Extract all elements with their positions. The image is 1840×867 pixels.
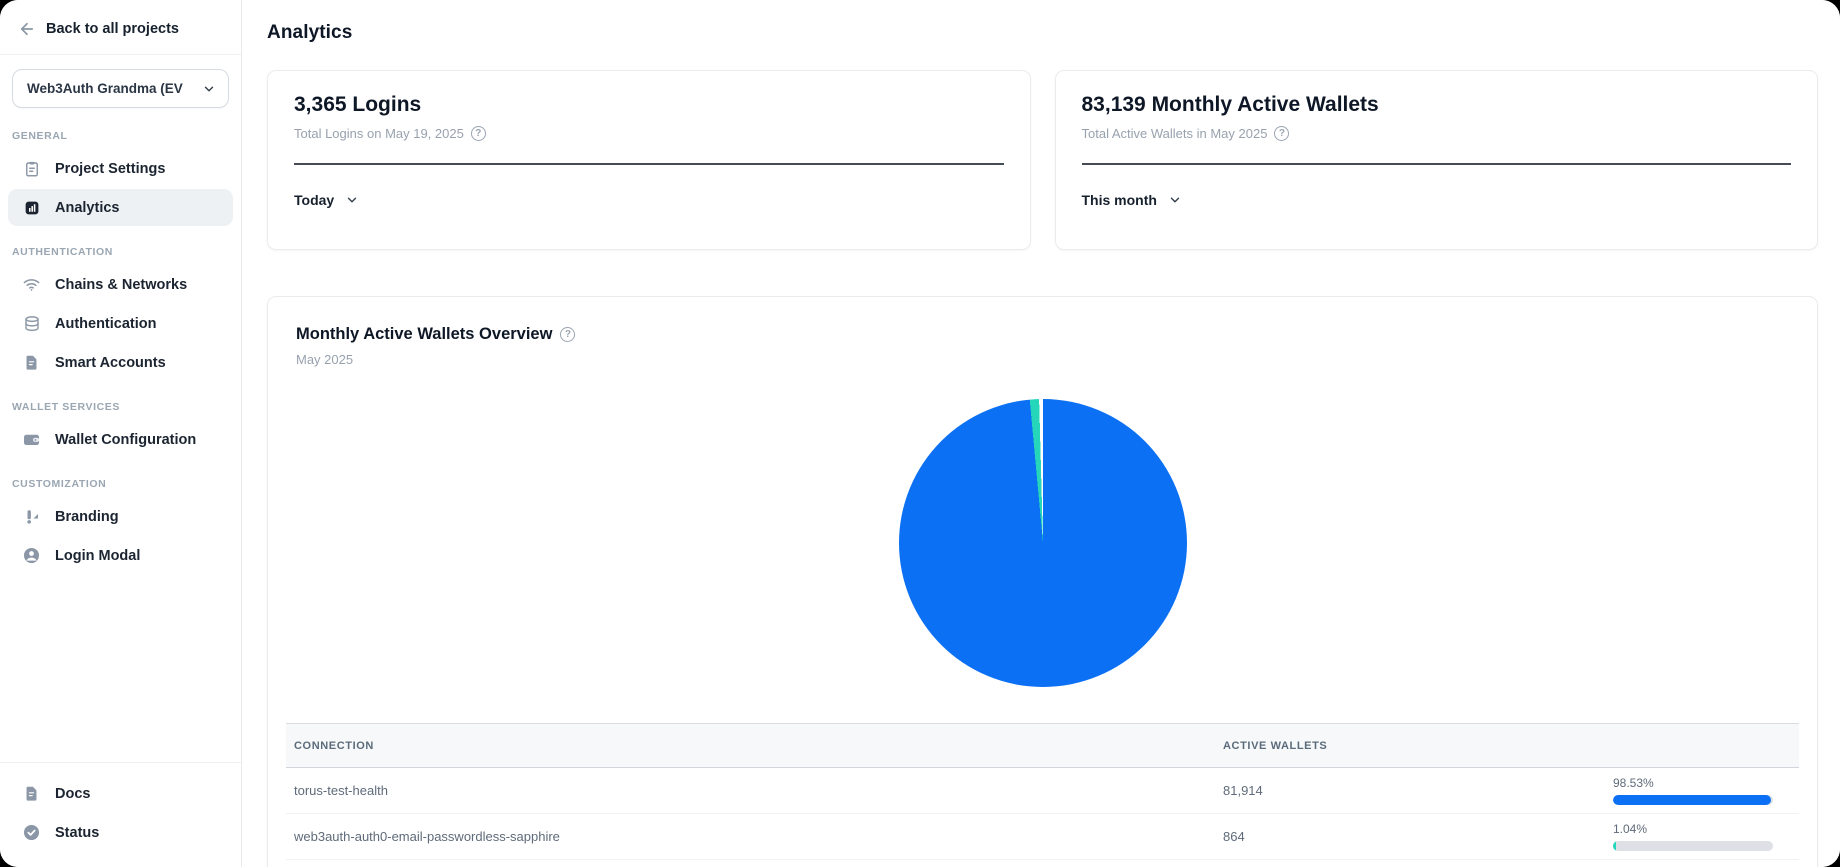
- project-selector-value: Web3Auth Grandma (EV: [27, 81, 183, 96]
- check-circle-icon: [22, 823, 41, 842]
- file-icon: [22, 784, 41, 803]
- sidebar-nav: GENERAL Project Settings Analytics AUTHENTI…: [0, 112, 241, 576]
- sidebar-section-label: WALLET SERVICES: [0, 383, 241, 419]
- sidebar-item-login-modal[interactable]: Login Modal: [8, 537, 233, 574]
- percent-bar-fill: [1613, 841, 1616, 851]
- user-circle-icon: [22, 546, 41, 565]
- sidebar-divider: [0, 54, 241, 55]
- help-icon[interactable]: ?: [471, 126, 486, 141]
- sidebar-item-authentication[interactable]: Authentication: [8, 305, 233, 342]
- connections-table: CONNECTION ACTIVE WALLETS torus-test-hea…: [286, 723, 1799, 867]
- active-wallets-count: 81,914: [1223, 783, 1613, 798]
- logins-stat-card: 3,365 Logins Total Logins on May 19, 202…: [267, 70, 1031, 250]
- percent-bar-track: [1613, 795, 1773, 805]
- active-wallets-count: 864: [1223, 829, 1613, 844]
- sidebar-item-label: Project Settings: [55, 161, 165, 177]
- connection-name: torus-test-health: [294, 783, 1223, 798]
- sidebar-item-label: Chains & Networks: [55, 277, 187, 293]
- analytics-chart-icon: [22, 198, 41, 217]
- table-row[interactable]: web3auth-auth0-email-passwordless-sapphi…: [286, 814, 1799, 860]
- project-selector[interactable]: Web3Auth Grandma (EV: [12, 69, 229, 108]
- wallet-icon: [22, 430, 41, 449]
- web3auth-dashboard: Back to all projects Web3Auth Grandma (E…: [0, 0, 1840, 867]
- sidebar-section-label: CUSTOMIZATION: [0, 460, 241, 496]
- logins-range-dropdown[interactable]: Today: [294, 192, 359, 208]
- percent-cell: 1.04%: [1613, 822, 1791, 851]
- back-arrow-icon: [18, 20, 36, 38]
- overview-subtitle: May 2025: [296, 352, 1789, 367]
- sidebar-footer-divider: [0, 762, 241, 763]
- wallets-overview-card: Monthly Active Wallets Overview ? May 20…: [267, 296, 1818, 867]
- sidebar-item-label: Status: [55, 825, 99, 841]
- wifi-icon: [22, 275, 41, 294]
- sidebar-item-smart-accounts[interactable]: Smart Accounts: [8, 344, 233, 381]
- overview-title: Monthly Active Wallets Overview: [296, 325, 552, 344]
- wallets-stat-heading: 83,139 Monthly Active Wallets: [1082, 93, 1792, 117]
- help-icon[interactable]: ?: [560, 327, 575, 342]
- wallets-stat-card: 83,139 Monthly Active Wallets Total Acti…: [1055, 70, 1819, 250]
- sidebar-item-branding[interactable]: Branding: [8, 498, 233, 535]
- sidebar-item-label: Login Modal: [55, 548, 140, 564]
- chevron-down-icon: [202, 82, 216, 96]
- stat-divider: [294, 163, 1004, 165]
- sidebar-item-wallet-configuration[interactable]: Wallet Configuration: [8, 421, 233, 458]
- sidebar-section-label: AUTHENTICATION: [0, 228, 241, 264]
- percent-bar-track: [1613, 841, 1773, 851]
- stat-card-row: 3,365 Logins Total Logins on May 19, 202…: [267, 70, 1818, 250]
- sidebar-item-chains-networks[interactable]: Chains & Networks: [8, 266, 233, 303]
- file-icon: [22, 353, 41, 372]
- stat-divider: [1082, 163, 1792, 165]
- sidebar-item-label: Branding: [55, 509, 119, 525]
- wallets-range-value: This month: [1082, 192, 1157, 208]
- logins-stat-subtitle: Total Logins on May 19, 2025: [294, 126, 464, 141]
- sidebar-item-label: Analytics: [55, 200, 119, 216]
- main-content: Analytics 3,365 Logins Total Logins on M…: [242, 0, 1840, 867]
- sidebar: Back to all projects Web3Auth Grandma (E…: [0, 0, 242, 867]
- help-icon[interactable]: ?: [1274, 126, 1289, 141]
- sidebar-item-label: Smart Accounts: [55, 355, 166, 371]
- active-wallets-pie-chart[interactable]: [899, 399, 1187, 687]
- percent-label: 1.04%: [1613, 822, 1791, 836]
- sidebar-section-label: GENERAL: [0, 112, 241, 148]
- sidebar-item-status[interactable]: Status: [8, 814, 233, 851]
- table-header-row: CONNECTION ACTIVE WALLETS: [286, 723, 1799, 768]
- page-title: Analytics: [267, 22, 1818, 44]
- percent-bar-fill: [1613, 795, 1771, 805]
- table-body: torus-test-health81,91498.53% web3auth-au…: [286, 768, 1799, 867]
- sidebar-item-docs[interactable]: Docs: [8, 775, 233, 812]
- brush-icon: [22, 507, 41, 526]
- sidebar-item-label: Docs: [55, 786, 90, 802]
- col-header-connection: CONNECTION: [294, 740, 1223, 752]
- logins-stat-heading: 3,365 Logins: [294, 93, 1004, 117]
- sidebar-item-label: Wallet Configuration: [55, 432, 196, 448]
- chevron-down-icon: [345, 193, 359, 207]
- connection-name: web3auth-auth0-email-passwordless-sapphi…: [294, 829, 1223, 844]
- back-to-projects-link[interactable]: Back to all projects: [0, 0, 241, 54]
- back-label: Back to all projects: [46, 21, 179, 37]
- table-row[interactable]: web3auth-google-sapphire1450.17%: [286, 860, 1799, 867]
- chevron-down-icon: [1168, 193, 1182, 207]
- database-icon: [22, 314, 41, 333]
- percent-cell: 98.53%: [1613, 776, 1791, 805]
- percent-label: 98.53%: [1613, 776, 1791, 790]
- logins-range-value: Today: [294, 192, 334, 208]
- table-row[interactable]: torus-test-health81,91498.53%: [286, 768, 1799, 814]
- sidebar-item-analytics[interactable]: Analytics: [8, 189, 233, 226]
- sidebar-item-project-settings[interactable]: Project Settings: [8, 150, 233, 187]
- sidebar-footer: Docs Status: [0, 762, 241, 867]
- sidebar-item-label: Authentication: [55, 316, 157, 332]
- clipboard-icon: [22, 159, 41, 178]
- col-header-active-wallets: ACTIVE WALLETS: [1223, 740, 1613, 752]
- wallets-stat-subtitle: Total Active Wallets in May 2025: [1082, 126, 1268, 141]
- wallets-range-dropdown[interactable]: This month: [1082, 192, 1182, 208]
